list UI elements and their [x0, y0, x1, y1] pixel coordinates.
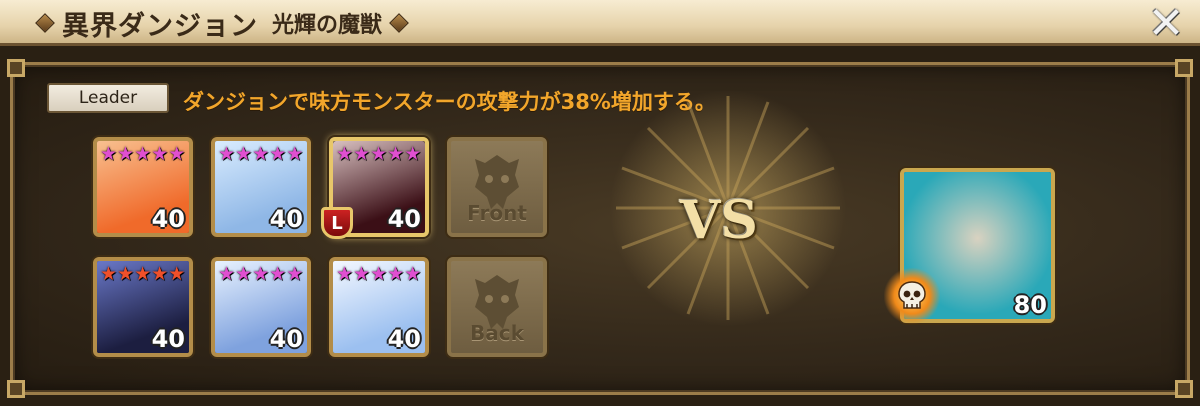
leader-badge-icon: L	[321, 207, 353, 239]
dungeon-subtitle: 光輝の魔獣	[272, 13, 383, 38]
corner-ornament	[7, 59, 25, 77]
star-icon: ★	[100, 263, 118, 285]
star-icon: ★	[134, 263, 152, 285]
star-icon: ★	[252, 143, 270, 165]
title-group: 異界ダンジョン 光輝の魔獣	[35, 6, 409, 42]
close-button[interactable]: ✕	[1144, 0, 1188, 49]
star-icon: ★	[353, 263, 371, 285]
monster-card-back-3[interactable]: ★ ★ ★ ★ ★ 40	[329, 257, 429, 357]
monster-card-front-1[interactable]: ★ ★ ★ ★ ★ 40	[93, 137, 193, 237]
monster-card-front-3-leader[interactable]: ★ ★ ★ ★ ★ L 40	[321, 137, 429, 239]
boss-level: 80	[1013, 291, 1047, 319]
leader-tag: Leader	[47, 83, 169, 113]
title-bar: 異界ダンジョン 光輝の魔獣 ✕	[0, 0, 1200, 49]
star-icon: ★	[235, 263, 253, 285]
star-icon: ★	[168, 143, 186, 165]
monster-level: 40	[151, 325, 185, 353]
star-icon: ★	[252, 263, 270, 285]
star-rating: ★ ★ ★ ★ ★	[100, 144, 185, 164]
star-icon: ★	[370, 263, 388, 285]
star-icon: ★	[269, 263, 287, 285]
monster-level: 40	[269, 325, 303, 353]
star-icon: ★	[218, 263, 236, 285]
star-icon: ★	[336, 143, 354, 165]
close-icon: ✕	[1147, 0, 1185, 49]
star-icon: ★	[370, 143, 388, 165]
front-slot-label: Front	[467, 201, 527, 225]
diamond-ornament-icon	[35, 13, 55, 33]
star-icon: ★	[235, 143, 253, 165]
star-rating: ★ ★ ★ ★ ★	[218, 144, 303, 164]
front-slot[interactable]: Front	[447, 137, 547, 237]
star-icon: ★	[387, 263, 405, 285]
vs-label: VS	[680, 190, 758, 251]
dungeon-title: 異界ダンジョン	[62, 10, 258, 42]
monster-card-back-1[interactable]: ★ ★ ★ ★ ★ 40	[93, 257, 193, 357]
diamond-ornament-icon	[389, 13, 409, 33]
star-rating: ★ ★ ★ ★ ★	[218, 264, 303, 284]
monster-card-front-2[interactable]: ★ ★ ★ ★ ★ 40	[211, 137, 311, 237]
star-icon: ★	[336, 263, 354, 285]
star-rating: ★ ★ ★ ★ ★	[100, 264, 185, 284]
corner-ornament	[1175, 380, 1193, 398]
back-slot-label: Back	[470, 321, 524, 345]
star-icon: ★	[269, 143, 287, 165]
star-icon: ★	[117, 263, 135, 285]
star-icon: ★	[117, 143, 135, 165]
back-slot[interactable]: Back	[447, 257, 547, 357]
star-rating: ★ ★ ★ ★ ★	[336, 144, 421, 164]
star-icon: ★	[134, 143, 152, 165]
star-icon: ★	[286, 143, 304, 165]
monster-level: 40	[151, 205, 185, 233]
corner-ornament	[7, 380, 25, 398]
star-icon: ★	[404, 263, 422, 285]
star-icon: ★	[168, 263, 186, 285]
star-icon: ★	[404, 143, 422, 165]
skull-icon	[898, 281, 926, 309]
star-icon: ★	[387, 143, 405, 165]
star-icon: ★	[286, 263, 304, 285]
star-icon: ★	[151, 143, 169, 165]
star-icon: ★	[100, 143, 118, 165]
boss-skull-icon	[884, 268, 940, 324]
corner-ornament	[1175, 59, 1193, 77]
monster-level: 40	[387, 205, 421, 233]
monster-level: 40	[269, 205, 303, 233]
star-icon: ★	[353, 143, 371, 165]
star-icon: ★	[151, 263, 169, 285]
monster-level: 40	[387, 325, 421, 353]
monster-card-back-2[interactable]: ★ ★ ★ ★ ★ 40	[211, 257, 311, 357]
star-icon: ★	[218, 143, 236, 165]
star-rating: ★ ★ ★ ★ ★	[336, 264, 421, 284]
